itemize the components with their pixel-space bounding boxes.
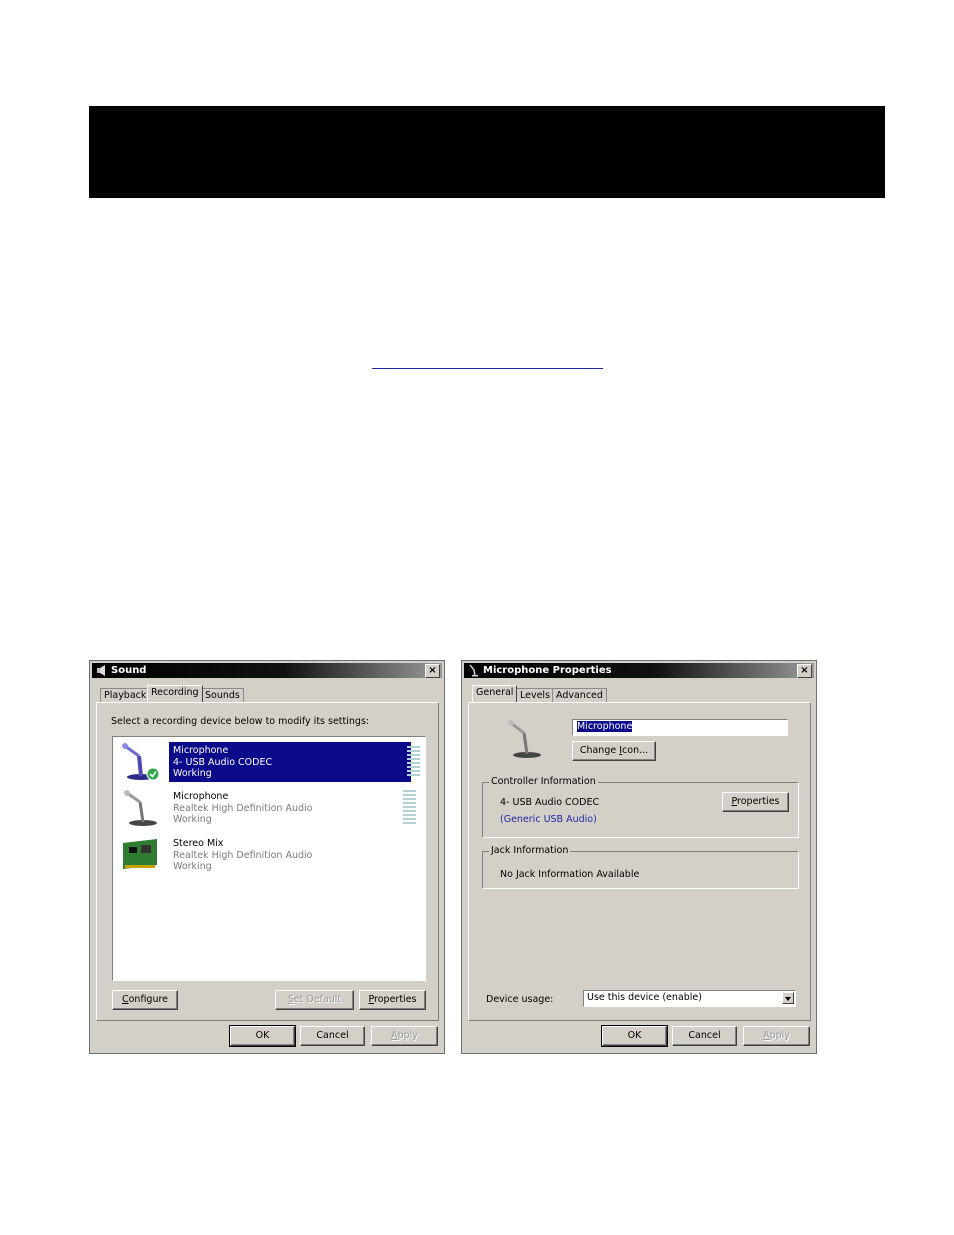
device-usage-label: Device usage:: [486, 994, 554, 1005]
device-status: Working: [173, 861, 212, 872]
ok-button[interactable]: OK: [229, 1025, 296, 1047]
tab-playback[interactable]: Playback: [100, 688, 151, 702]
speaker-icon: [97, 665, 105, 676]
controller-properties-button[interactable]: Properties: [722, 792, 789, 812]
sound-card-icon: [123, 839, 157, 869]
mic-titlebar[interactable]: Microphone Properties ×: [464, 663, 814, 678]
jack-information-group: Jack Information No Jack Information Ava…: [482, 845, 799, 889]
recording-panel: Select a recording device below to modif…: [96, 702, 439, 1021]
stereo-mix-text: Stereo Mix Realtek High Definition Audio…: [173, 838, 312, 873]
microphone-small-icon: [469, 664, 478, 677]
device-driver: Realtek High Definition Audio: [173, 802, 313, 814]
controller-information-group: Controller Information 4- USB Audio CODE…: [482, 776, 799, 838]
sound-close-button[interactable]: ×: [425, 664, 440, 678]
tab-advanced[interactable]: Advanced: [552, 688, 607, 702]
device-status: Working: [173, 814, 212, 825]
tab-general[interactable]: General: [472, 685, 518, 702]
device-status: Working: [173, 768, 212, 779]
recording-device-list[interactable]: Microphone 4- USB Audio CODEC Working Mi…: [112, 736, 426, 981]
device-name: Microphone: [173, 745, 229, 756]
mic-close-button[interactable]: ×: [797, 664, 812, 678]
list-item-realtek-microphone[interactable]: Microphone Realtek High Definition Audio…: [117, 788, 416, 828]
device-driver: 4- USB Audio CODEC: [173, 756, 273, 768]
level-meter: [403, 790, 416, 826]
sound-dialog: Sound × Playback Recording Sounds Select…: [89, 660, 445, 1054]
list-item-stereo-mix[interactable]: Stereo Mix Realtek High Definition Audio…: [117, 835, 415, 875]
configure-button[interactable]: Configure: [112, 990, 178, 1010]
microphone-icon: [124, 790, 157, 826]
black-header-banner: [89, 106, 885, 198]
jack-information-text: No Jack Information Available: [500, 869, 640, 880]
device-usage-select[interactable]: Use this device (enable): [583, 990, 796, 1007]
chevron-down-icon[interactable]: [782, 992, 794, 1004]
device-driver: Realtek High Definition Audio: [173, 849, 313, 861]
tab-recording[interactable]: Recording: [147, 685, 203, 702]
controller-name: 4- USB Audio CODEC: [500, 797, 600, 808]
usb-microphone-text: Microphone 4- USB Audio CODEC Working: [168, 741, 412, 783]
device-name-field[interactable]: Microphone: [572, 719, 788, 736]
apply-button[interactable]: Apply: [371, 1026, 438, 1046]
cancel-button[interactable]: Cancel: [672, 1026, 737, 1046]
usb-microphone-icon: [122, 743, 160, 781]
device-name: Stereo Mix: [173, 838, 224, 849]
mic-title: Microphone Properties: [483, 665, 612, 676]
controller-information-title: Controller Information: [489, 776, 598, 788]
sound-titlebar[interactable]: Sound ×: [92, 663, 442, 678]
ok-button[interactable]: OK: [601, 1025, 668, 1047]
general-panel: Microphone Change Icon... Controller Inf…: [468, 702, 811, 1021]
realtek-microphone-text: Microphone Realtek High Definition Audio…: [173, 791, 312, 826]
microphone-properties-dialog: Microphone Properties × General Levels A…: [461, 660, 817, 1054]
tab-levels[interactable]: Levels: [516, 688, 555, 702]
microphone-large-icon: [508, 720, 541, 758]
sound-title: Sound: [111, 665, 147, 676]
jack-information-title: Jack Information: [489, 845, 571, 857]
instruction-text: Select a recording device below to modif…: [111, 716, 370, 727]
list-item-usb-microphone[interactable]: Microphone 4- USB Audio CODEC Working: [117, 741, 420, 783]
tab-sounds[interactable]: Sounds: [201, 688, 244, 702]
properties-button[interactable]: Properties: [359, 990, 426, 1010]
apply-button[interactable]: Apply: [743, 1026, 810, 1046]
change-icon-button[interactable]: Change Icon...: [572, 741, 656, 761]
device-name: Microphone: [173, 791, 229, 802]
hyperlink-underline[interactable]: [372, 368, 603, 369]
level-meter: [407, 746, 420, 778]
set-default-button[interactable]: Set Default: [275, 990, 354, 1010]
cancel-button[interactable]: Cancel: [300, 1026, 365, 1046]
controller-driver-link[interactable]: (Generic USB Audio): [500, 814, 597, 825]
